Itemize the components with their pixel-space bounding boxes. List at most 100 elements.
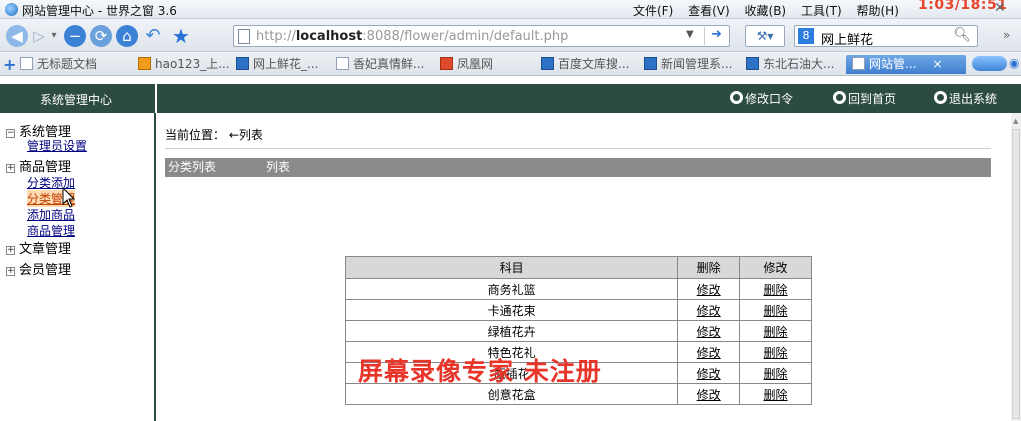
row-action-cell: 删除 [739,341,812,363]
page-icon [20,57,33,70]
search-tools-button[interactable]: ⚒▾ [745,25,785,47]
site-icon [541,57,554,70]
window-title-bar: 网站管理中心 - 世界之窗 3.6 文件(F) 查看(V) 收藏(B) 工具(T… [0,0,1021,19]
delete-link[interactable]: 删除 [764,367,788,381]
sidebar-item-product-manage[interactable]: 商品管理 [27,222,75,239]
category-name: 绿植花卉 [344,320,679,342]
more-chevron-icon[interactable]: » [1003,28,1010,42]
column-header-delete: 删除 [677,256,741,279]
table-row: 商务礼篮 修改 删除 [344,278,812,300]
search-icon[interactable]: 🔍︎ [953,27,971,43]
edit-link[interactable]: 修改 [697,367,721,381]
site-icon [746,57,759,70]
page-icon [852,57,865,70]
breadcrumb-divider [165,148,991,149]
site-icon [236,57,249,70]
home-link[interactable]: 回到首页 [833,90,896,107]
refresh-icon[interactable]: ⟳ [90,25,112,47]
tab-item-active[interactable]: 网站管... × [846,55,966,74]
delete-link[interactable]: 删除 [764,283,788,297]
menu-help[interactable]: 帮助(H) [856,4,898,18]
admin-brand: 系统管理中心 [40,93,113,107]
stop-icon[interactable]: − [64,25,86,47]
address-dropdown-icon[interactable]: ▼ [686,29,694,40]
menu-file[interactable]: 文件(F) [633,4,673,18]
row-action-cell: 删除 [739,383,812,405]
delete-link[interactable]: 删除 [764,304,788,318]
tab-item[interactable]: 百度文库搜... [541,55,636,74]
list-title-bar: 分类列表 列表 [165,158,991,177]
category-name: 商务礼篮 [344,278,679,300]
admin-sidebar: − 系统管理 管理员设置 + 商品管理 分类添加 分类管理 添加商品 商品管理 + 文… [0,113,156,421]
row-action-cell: 删除 [739,278,812,300]
category-name: 卡通花束 [344,299,679,321]
go-arrow-icon[interactable]: ➜ [704,27,728,45]
search-engine-icon[interactable]: 8 [798,28,814,44]
tree-group-members[interactable]: + 会员管理 [6,259,71,278]
address-bar[interactable]: http://localhost:8088/flower/admin/defau… [233,25,730,47]
close-tab-icon[interactable]: × [932,57,942,71]
change-password-link[interactable]: 修改口令 [730,90,793,107]
search-box[interactable]: 8 网上鲜花 🔍︎ [794,25,978,48]
expand-icon[interactable]: + [6,246,15,255]
tab-item[interactable]: 凤凰网 [440,55,522,74]
tree-group-products[interactable]: + 商品管理 [6,156,71,175]
page-icon [238,29,250,44]
home-icon[interactable]: ⌂ [116,25,138,47]
menu-bar: 文件(F) 查看(V) 收藏(B) 工具(T) 帮助(H) [633,2,910,19]
recorder-watermark: 屏幕录像专家 未注册 [358,357,602,386]
undo-close-icon[interactable]: ↶ [142,25,164,47]
close-window-icon[interactable]: ✕ [994,0,1006,16]
list-title: 分类列表 [168,160,217,174]
tab-bar: + 无标题文档 hao123_上... 网上鲜花_... 香妃真情鲜... 凤凰… [0,52,1021,76]
tab-item[interactable]: 网上鲜花_... [236,55,328,74]
edit-link[interactable]: 修改 [697,325,721,339]
tree-group-articles[interactable]: + 文章管理 [6,238,71,257]
sidebar-item-admin-settings[interactable]: 管理员设置 [27,137,87,154]
forward-icon[interactable]: ▷ [28,25,50,47]
tab-item[interactable]: 东北石油大... [746,55,842,74]
content-top-gap [0,76,1021,84]
hao123-icon [138,57,151,70]
row-action-cell: 修改 [677,362,741,384]
tab-item[interactable]: 无标题文档 [20,55,138,74]
tab-item[interactable]: 香妃真情鲜... [336,55,432,74]
scroll-up-icon[interactable]: ▲ [1013,117,1018,125]
row-action-cell: 修改 [677,341,741,363]
menu-tools[interactable]: 工具(T) [801,4,842,18]
tab-menu-icon[interactable]: ◉ [1009,56,1021,71]
page-icon [336,57,349,70]
history-dropdown-icon[interactable]: ▾ [48,25,60,47]
edit-link[interactable]: 修改 [697,304,721,318]
phoenix-icon [440,57,453,70]
admin-header: 系统管理中心 修改口令 回到首页 退出系统 [0,84,1021,113]
row-action-cell: 修改 [677,320,741,342]
tab-scroll-toggle[interactable] [972,56,1007,71]
delete-link[interactable]: 删除 [764,325,788,339]
new-tab-icon[interactable]: + [3,55,16,74]
tab-item[interactable]: 新闻管理系... [644,55,739,74]
tab-item[interactable]: hao123_上... [138,55,230,74]
menu-favorites[interactable]: 收藏(B) [745,4,787,18]
edit-link[interactable]: 修改 [697,388,721,402]
table-header-row: 科目 删除 修改 [344,256,812,279]
back-icon[interactable]: ◀ [6,25,28,47]
home-page-icon [833,91,846,104]
delete-link[interactable]: 删除 [764,346,788,360]
scrollbar-thumb[interactable] [1012,129,1020,419]
menu-view[interactable]: 查看(V) [688,4,730,18]
expand-icon[interactable]: + [6,267,15,276]
column-header-edit: 修改 [739,256,812,279]
expand-icon[interactable]: + [6,164,15,173]
row-action-cell: 删除 [739,299,812,321]
logout-icon [934,91,947,104]
search-input[interactable]: 网上鲜花 [821,29,873,48]
edit-link[interactable]: 修改 [697,283,721,297]
edit-link[interactable]: 修改 [697,346,721,360]
vertical-scrollbar[interactable]: ▲ [1011,113,1021,421]
logout-link[interactable]: 退出系统 [934,90,997,107]
collapse-icon[interactable]: − [6,129,15,138]
favorites-star-icon[interactable]: ★ [170,25,192,47]
browser-app-icon [5,3,18,16]
delete-link[interactable]: 删除 [764,388,788,402]
